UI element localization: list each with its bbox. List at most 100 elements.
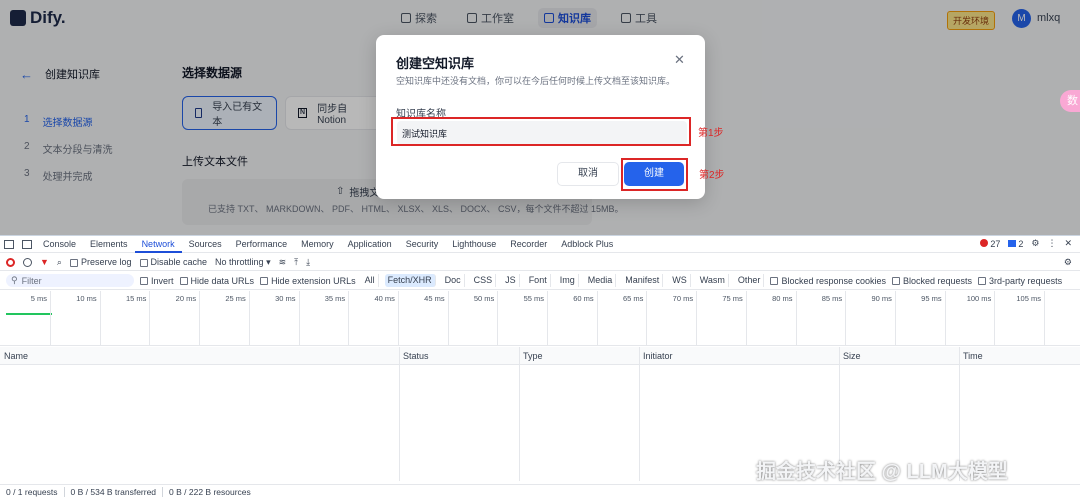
timeline-gridline [696,291,698,346]
export-icon[interactable]: ⤓ [306,257,310,268]
column-header-name[interactable]: Name [4,351,28,361]
disable-cache-checkbox[interactable]: Disable cache [139,257,207,267]
checkbox-icon [69,258,78,267]
side-floating-tag[interactable]: 数 [1060,90,1080,112]
timeline-tick-label: 70 ms [672,294,694,303]
record-icon[interactable] [6,257,15,267]
chip-other[interactable]: Other [735,274,765,287]
chip-img[interactable]: Img [557,274,579,287]
wifi-icon[interactable]: ≋ [279,257,287,268]
close-icon[interactable]: ✕ [1064,238,1072,249]
timeline-gridline [149,291,151,346]
timeline-tick-label: 15 ms [125,294,147,303]
column-header-time[interactable]: Time [963,351,983,361]
inspect-icon[interactable] [4,239,14,249]
chip-css[interactable]: CSS [471,274,497,287]
tab-network[interactable]: Network [134,236,182,253]
timeline-gridline [845,291,847,346]
devtools-right-controls: 27 2 ⚙ ⋮ ✕ [980,238,1072,249]
timeline-tick-label: 105 ms [1016,294,1041,303]
hide-data-urls-checkbox[interactable]: Hide data URLs [179,275,255,286]
invert-checkbox[interactable]: Invert [140,276,174,286]
network-toolbar: ▼ ⌕ Preserve log Disable cache No thrott… [0,254,1080,271]
tab-lighthouse[interactable]: Lighthouse [445,236,503,253]
filter-input[interactable]: ⚲ Filter [6,274,134,287]
timeline-gridline [99,291,101,346]
chip-font[interactable]: Font [526,274,551,287]
timeline-gridline [795,291,797,346]
checkbox-icon [139,258,148,267]
timeline-gridline [745,291,747,346]
tab-memory[interactable]: Memory [294,236,341,253]
modal-title: 创建空知识库 [396,56,475,71]
requests-count: 0 / 1 requests [6,487,58,497]
import-icon[interactable]: ⤒ [294,257,298,268]
timeline-gridline [447,291,449,346]
message-counter[interactable]: 2 [1008,239,1023,249]
more-icon[interactable]: ⋮ [1047,238,1056,249]
timeline-tick-label: 10 ms [76,294,97,303]
tab-security[interactable]: Security [399,236,446,253]
chip-doc[interactable]: Doc [442,274,465,287]
waterfall-bar [6,313,52,315]
blocked-requests-checkbox[interactable]: Blocked requests [892,276,972,286]
blocked-cookies-checkbox[interactable]: Blocked response cookies [770,276,886,286]
error-icon [980,238,989,247]
chip-all[interactable]: All [362,274,379,287]
chip-manifest[interactable]: Manifest [622,274,664,287]
chip-media[interactable]: Media [585,274,617,287]
chip-ws[interactable]: WS [669,274,691,287]
checkbox-icon [892,277,900,286]
tab-sources[interactable]: Sources [182,236,229,253]
error-count: 27 [990,238,1001,249]
timeline-tick-label: 65 ms [622,294,644,303]
timeline-tick-label: 25 ms [225,294,246,303]
tab-elements[interactable]: Elements [83,236,135,253]
chip-js[interactable]: JS [502,274,520,287]
hide-extension-urls-label: Hide extension URLs [271,275,356,286]
timeline-tick-label: 90 ms [871,294,892,303]
gear-icon[interactable]: ⚙ [1031,238,1039,249]
timeline-gridline [348,291,350,346]
request-table-header: Name Status Type Initiator Size Time [0,347,1080,365]
search-icon[interactable]: ⌕ [57,257,62,268]
throttling-select[interactable]: No throttling ▾ [215,257,271,268]
timeline-tick-label: 50 ms [473,294,495,303]
tab-adblock[interactable]: Adblock Plus [554,236,620,253]
tab-application[interactable]: Application [341,236,399,253]
chip-fetch-xhr[interactable]: Fetch/XHR [384,274,436,287]
timeline-gridline [994,291,996,346]
close-icon[interactable]: ✕ [674,52,685,68]
watermark: 掘金技术社区 @ LLM大模型 [756,461,1008,483]
clear-icon[interactable] [23,257,32,267]
cancel-button[interactable]: 取消 [557,162,619,186]
tab-console[interactable]: Console [36,236,83,253]
timeline-tick-label: 60 ms [573,294,594,303]
checkbox-icon [140,277,148,286]
network-overview-timeline[interactable]: 5 ms 10 ms 15 ms 20 ms 25 ms 30 ms 35 ms 40 ms 4… [0,291,1080,346]
error-counter[interactable]: 27 [980,238,1001,249]
timeline-tick-label: 95 ms [921,294,942,303]
column-header-size[interactable]: Size [843,351,861,361]
column-header-initiator[interactable]: Initiator [643,351,673,361]
hide-extension-urls-checkbox[interactable]: Hide extension URLs [260,276,356,286]
third-party-checkbox[interactable]: 3rd-party requests [978,276,1062,286]
column-header-status[interactable]: Status [403,351,429,361]
settings-gear-icon[interactable]: ⚙ [1064,257,1072,268]
network-filter-bar: ⚲ Filter Invert Hide data URLs Hide exten… [0,272,1080,290]
timeline-gridline [944,291,946,346]
blocked-cookies-label: Blocked response cookies [781,275,886,286]
column-header-type[interactable]: Type [523,351,543,361]
preserve-log-checkbox[interactable]: Preserve log [69,257,132,267]
filter-icon[interactable]: ▼ [40,257,49,267]
tab-recorder[interactable]: Recorder [503,236,554,253]
blocked-requests-label: Blocked requests [903,275,973,286]
device-toggle-icon[interactable] [22,239,32,249]
chip-wasm[interactable]: Wasm [697,274,729,287]
network-status-bar: 0 / 1 requests 0 B / 534 B transferred 0… [0,484,1080,498]
message-icon [1008,239,1017,247]
divider [162,487,164,497]
hide-data-urls-label: Hide data URLs [190,275,255,286]
tab-performance[interactable]: Performance [229,236,295,253]
timeline-gridline [646,291,648,346]
